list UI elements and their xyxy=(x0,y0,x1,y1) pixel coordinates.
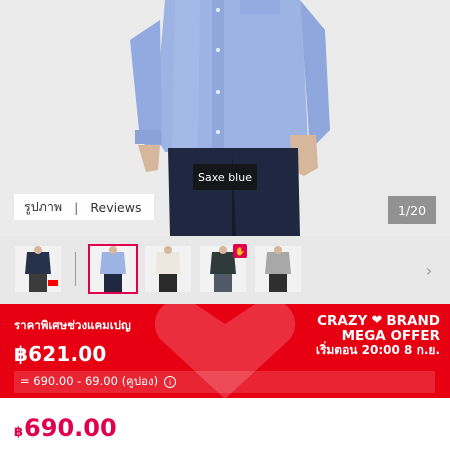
media-tabs: รูปภาพ | Reviews xyxy=(14,194,154,220)
thumbnail-gray[interactable] xyxy=(255,246,301,292)
thumbnail-off-white[interactable] xyxy=(145,246,191,292)
hand-badge-icon: ✋ xyxy=(233,244,247,258)
campaign-label: ราคาพิเศษช่วงแคมเปญ xyxy=(14,318,131,332)
thumbnail-saxe-blue[interactable] xyxy=(88,244,138,294)
product-hero-image[interactable]: Saxe blue รูปภาพ | Reviews 1/20 xyxy=(0,0,450,236)
campaign-price-banner: ราคาพิเศษช่วงแคมเปญ ฿621.00 = 690.00 - 6… xyxy=(0,304,450,398)
currency-symbol: ฿ xyxy=(14,425,24,440)
tab-reviews[interactable]: Reviews xyxy=(90,200,141,215)
tab-separator: | xyxy=(74,199,79,215)
brand-brand: BRAND xyxy=(386,313,440,329)
color-name-label: Saxe blue xyxy=(193,164,257,190)
image-counter: 1/20 xyxy=(388,196,436,224)
heart-icon: ❤ xyxy=(371,313,383,329)
coupon-calculation[interactable]: = 690.00 - 69.00 (คูปอง) i xyxy=(14,371,435,393)
brand-crazy: CRAZY xyxy=(317,313,368,329)
price-amount: 690.00 xyxy=(24,414,117,442)
info-icon[interactable]: i xyxy=(164,376,177,388)
coupon-calc-text: = 690.00 - 69.00 (คูปอง) xyxy=(20,374,159,388)
campaign-start-time: เริ่มตอน 20:00 8 ก.ย. xyxy=(315,342,440,357)
thumbnail-divider xyxy=(75,252,76,286)
thumbnail-strip: ✋ › xyxy=(0,236,450,304)
crazy-brand-mega-offer: CRAZY ❤ BRAND MEGA OFFER เริ่มตอน 20:00 … xyxy=(300,313,440,357)
tab-photos[interactable]: รูปภาพ xyxy=(24,197,62,217)
thumbnail-navy[interactable] xyxy=(15,246,61,292)
brand-logo xyxy=(48,280,58,286)
campaign-price: ฿621.00 xyxy=(14,342,107,366)
brand-mega-offer: MEGA OFFER xyxy=(341,327,440,344)
chevron-right-icon[interactable]: › xyxy=(421,260,437,280)
regular-price: ฿ 690.00 xyxy=(14,414,117,442)
